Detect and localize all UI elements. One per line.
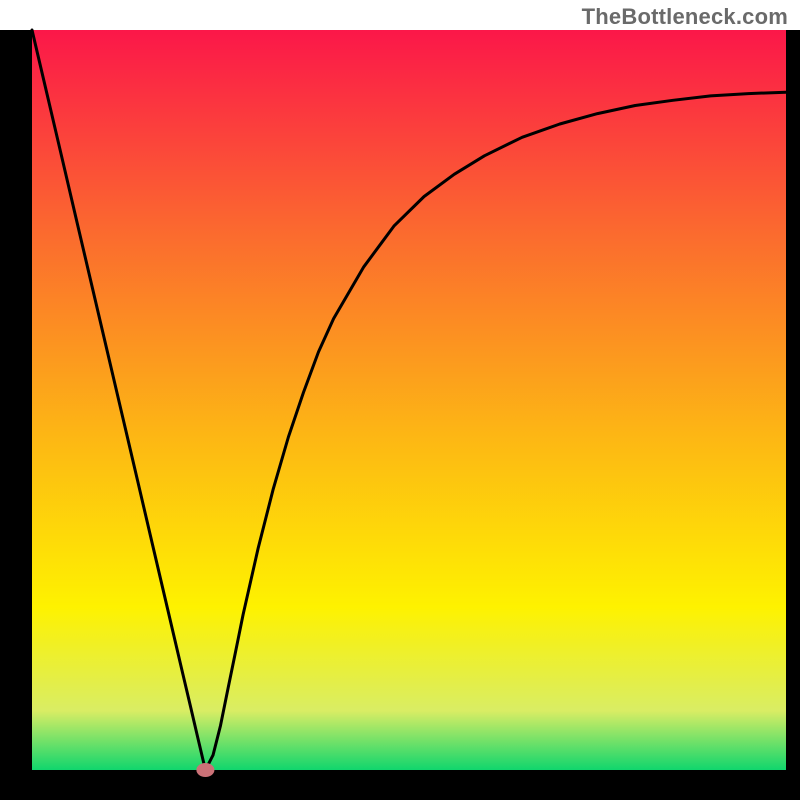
chart-container: TheBottleneck.com [0,0,800,800]
frame-right [786,0,800,800]
frame-bottom [0,770,800,800]
bottleneck-chart [0,0,800,800]
gradient-background [32,30,786,770]
frame-left [0,0,32,800]
plot-area [0,0,800,800]
min-point-marker [196,763,214,777]
watermark-label: TheBottleneck.com [582,4,788,30]
